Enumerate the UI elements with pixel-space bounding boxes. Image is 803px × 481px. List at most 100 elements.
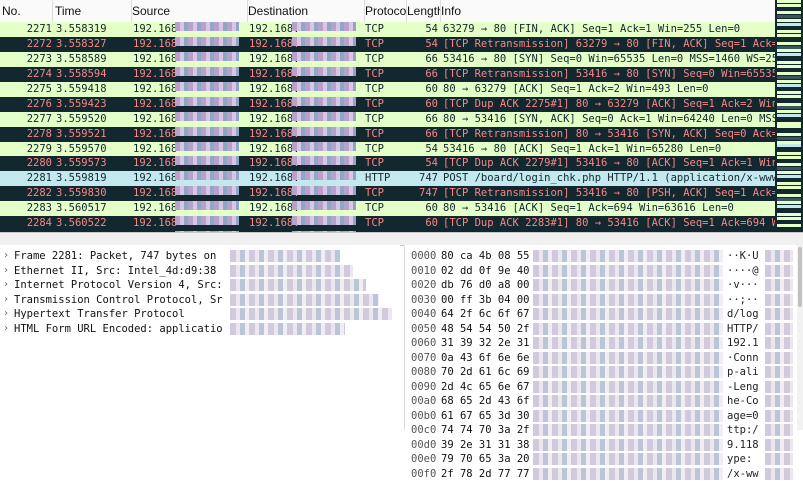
minimap-mark [777, 198, 801, 201]
hex-offset: 00b0 [411, 409, 436, 424]
redacted-address [175, 67, 239, 76]
packet-length: 60 [406, 97, 438, 112]
redacted-bytes [533, 337, 723, 349]
detail-tree-item[interactable]: ›Ethernet II, Src: Intel_4d:d9:38 [0, 264, 400, 279]
hex-row[interactable]: 000080 ca 4b 08 55··K·U [405, 249, 803, 264]
hex-offset: 0050 [411, 322, 436, 337]
pane-splitter[interactable] [0, 232, 803, 246]
minimap-mark [777, 163, 801, 166]
hex-row[interactable]: 004064 2f 6c 6f 67d/log [405, 307, 803, 322]
hex-row[interactable]: 00a068 65 2d 43 6fhe-Co [405, 394, 803, 409]
hex-row[interactable]: 00d039 2e 31 31 389.118 [405, 438, 803, 453]
packet-info: [TCP Dup ACK 2275#1] 80 → 63279 [ACK] Se… [443, 97, 775, 112]
redacted-address [292, 216, 356, 225]
hex-bytes: 68 65 2d 43 6f [441, 394, 530, 409]
chevron-right-icon[interactable]: › [3, 322, 9, 337]
packet-list-pane: No. Time Source Destination Protocol Len… [0, 0, 803, 232]
detail-tree-item[interactable]: ›HTML Form URL Encoded: applicatio [0, 322, 400, 337]
hex-bytes: 00 ff 3b 04 00 [441, 293, 530, 308]
redacted-address [292, 186, 356, 195]
minimap-mark [777, 4, 801, 7]
packet-row[interactable]: 22793.559570192.168192.168.TCP5453416 → … [0, 142, 775, 157]
packet-row[interactable]: 22773.559520192.168192.168.TCP6680 → 534… [0, 112, 775, 127]
minimap-mark [777, 34, 801, 37]
detail-tree-item[interactable]: ›Hypertext Transfer Protocol [0, 307, 400, 322]
packet-time: 3.559520 [56, 112, 130, 127]
redacted-ascii [765, 410, 793, 422]
detail-tree-item[interactable]: ›Transmission Control Protocol, Sr [0, 293, 400, 308]
minimap-mark [777, 8, 801, 11]
chevron-right-icon[interactable]: › [3, 249, 9, 264]
column-header-time[interactable]: Time [53, 0, 132, 22]
chevron-right-icon[interactable]: › [3, 278, 9, 293]
column-header-destination[interactable]: Destination [246, 0, 365, 22]
packet-row[interactable]: 22723.558327192.168192.168.TCP54[TCP Ret… [0, 37, 775, 52]
packet-row[interactable]: 22763.559423192.168192.168.TCP60[TCP Dup… [0, 97, 775, 112]
packet-length: 66 [406, 52, 438, 67]
hex-row[interactable]: 0020db 76 d0 a8 00·v··· [405, 278, 803, 293]
hex-row[interactable]: 00f02f 78 2d 77 77/x-ww [405, 467, 803, 481]
hex-offset: 00d0 [411, 438, 436, 453]
packet-protocol: TCP [365, 97, 405, 112]
chevron-right-icon[interactable]: › [3, 307, 9, 322]
packet-row[interactable]: 22843.560522192.168192.168.TCP60[TCP Dup… [0, 216, 775, 231]
packet-info: [TCP Dup ACK 2283#1] 80 → 53416 [ACK] Se… [443, 216, 775, 231]
minimap-mark [777, 80, 801, 83]
hex-row[interactable]: 00c074 74 70 3a 2fttp:/ [405, 423, 803, 438]
hex-ascii: he-Co [727, 394, 759, 409]
packet-row[interactable]: 22813.559819192.168192.168.HTTP747POST /… [0, 171, 775, 186]
detail-tree-item[interactable]: ›Internet Protocol Version 4, Src: [0, 278, 400, 293]
column-header-source[interactable]: Source [130, 0, 248, 22]
packet-time: 3.559819 [56, 171, 130, 186]
minimap-mark [777, 99, 801, 102]
redacted-bytes [533, 250, 723, 262]
minimap-mark [777, 68, 801, 71]
minimap-mark [777, 38, 801, 41]
packet-protocol: TCP [365, 156, 405, 171]
packet-minimap[interactable] [775, 0, 803, 232]
column-header-length[interactable]: Length [405, 0, 441, 22]
hex-row[interactable]: 008070 2d 61 6c 69p-ali [405, 365, 803, 380]
packet-row[interactable]: 22833.560517192.168192.168.TCP6080 → 534… [0, 201, 775, 216]
hex-bytes: 48 54 54 50 2f [441, 322, 530, 337]
hex-row[interactable]: 00700a 43 6f 6e 6e·Conn [405, 351, 803, 366]
chevron-right-icon[interactable]: › [3, 293, 9, 308]
hex-row[interactable]: 006031 39 32 2e 31192.1 [405, 336, 803, 351]
hex-row[interactable]: 001002 dd 0f 9e 40····@ [405, 264, 803, 279]
column-header-info[interactable]: Info [439, 0, 775, 22]
minimap-mark [777, 125, 801, 128]
column-header-no[interactable]: No. [0, 0, 53, 22]
chevron-right-icon[interactable]: › [3, 264, 9, 279]
packet-row[interactable]: 22733.558589192.168192.168.TCP6653416 → … [0, 52, 775, 67]
hex-row[interactable]: 005048 54 54 50 2fHTTP/ [405, 322, 803, 337]
packet-row[interactable]: 22823.559830192.168192.168.TCP747[TCP Re… [0, 186, 775, 201]
hex-row[interactable]: 00e079 70 65 3a 20ype: [405, 452, 803, 467]
packet-no: 2279 [4, 142, 52, 157]
packet-row[interactable]: 22803.559573192.168192.168.TCP54[TCP Dup… [0, 156, 775, 171]
minimap-mark [777, 15, 801, 18]
minimap-mark [777, 186, 801, 189]
hex-row[interactable]: 00902d 4c 65 6e 67-Leng [405, 380, 803, 395]
packet-row[interactable]: 22753.559418192.168192.168.TCP6080 → 632… [0, 82, 775, 97]
packet-length: 747 [406, 186, 438, 201]
redacted-bytes [533, 381, 723, 393]
packet-row[interactable]: 22783.559521192.168192.168.TCP66[TCP Ret… [0, 127, 775, 142]
packet-length: 60 [406, 201, 438, 216]
hex-ascii: -Leng [727, 380, 759, 395]
scrollbar-thumb[interactable] [798, 247, 802, 307]
packet-row[interactable]: 22743.558594192.168192.168.TCP66[TCP Ret… [0, 67, 775, 82]
packet-time: 3.559521 [56, 127, 130, 142]
packet-row[interactable]: 22713.558319192.168192.168.TCP5463279 → … [0, 22, 775, 37]
redacted-address [292, 156, 356, 165]
column-header-protocol[interactable]: Protocol [363, 0, 407, 22]
redacted-address [292, 22, 356, 31]
hex-ascii: ····@ [727, 264, 759, 279]
hex-row[interactable]: 00b061 67 65 3d 30age=0 [405, 409, 803, 424]
redacted-ascii [765, 468, 793, 480]
detail-tree-item[interactable]: ›Frame 2281: Packet, 747 bytes on [0, 249, 400, 264]
packet-rows: 22713.558319192.168192.168.TCP5463279 → … [0, 22, 775, 232]
minimap-mark [777, 23, 801, 26]
bytes-scrollbar[interactable] [797, 245, 803, 430]
hex-row[interactable]: 003000 ff 3b 04 00··;·· [405, 293, 803, 308]
minimap-mark [777, 220, 801, 223]
